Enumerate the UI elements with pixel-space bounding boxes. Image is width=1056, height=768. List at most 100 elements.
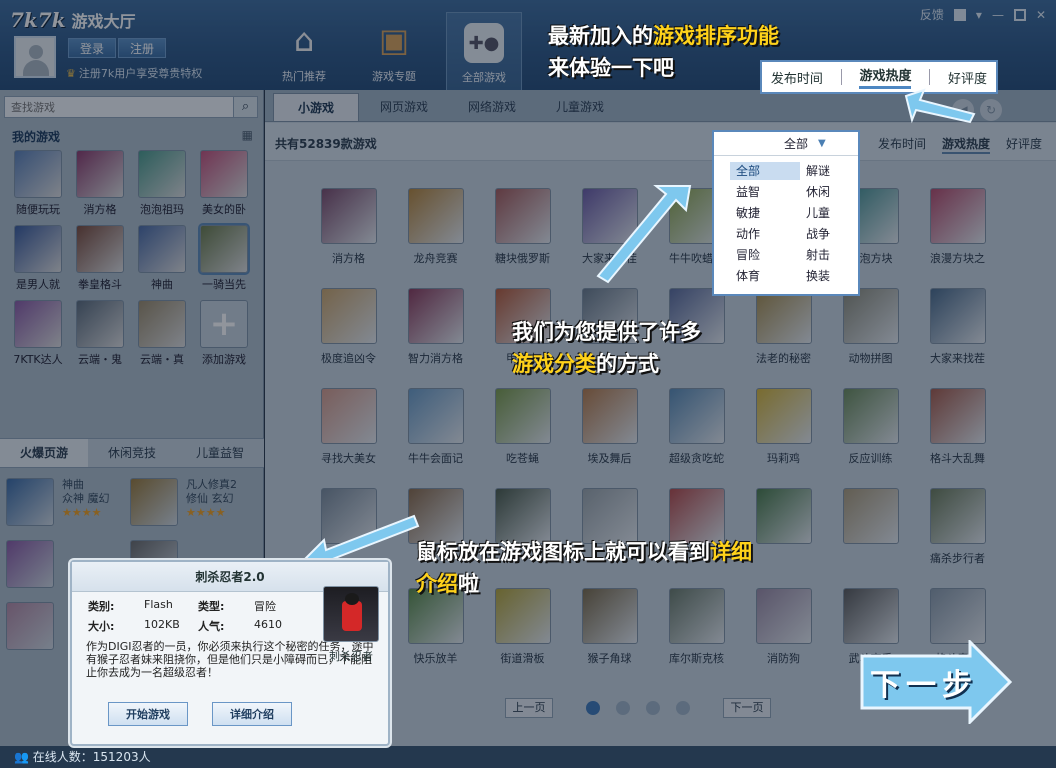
tab-kids[interactable]: 儿童益智 <box>176 439 264 467</box>
tab-web-games[interactable]: 网页游戏 <box>361 93 447 121</box>
my-game-item[interactable]: 消方格 <box>70 150 130 217</box>
game-tile[interactable]: 玛莉鸡 <box>740 388 827 474</box>
feedback-link[interactable]: 反馈 <box>920 6 944 23</box>
category-option[interactable]: 休闲 <box>800 183 870 201</box>
skin-icon[interactable] <box>953 8 966 21</box>
details-button[interactable]: 详细介绍 <box>212 702 292 726</box>
category-dropdown[interactable]: 全部 ▼ <box>714 132 858 156</box>
minimize-icon[interactable]: — <box>992 8 1004 22</box>
menu-icon[interactable]: ▾ <box>976 8 982 22</box>
register-button[interactable]: 注册 <box>118 38 166 58</box>
sort-popularity[interactable]: 游戏热度 <box>941 135 990 154</box>
game-label: 云端・鬼 <box>78 353 122 366</box>
page-dot[interactable] <box>586 701 600 715</box>
category-option[interactable]: 冒险 <box>730 246 800 264</box>
category-option[interactable]: 全部 <box>730 162 800 180</box>
game-tile[interactable]: 消防狗 <box>740 588 827 674</box>
page-dot[interactable] <box>616 701 630 715</box>
category-list: 全部 解谜 益智 休闲 敏捷 儿童 动作 战争 冒险 射击 体育 换装 <box>714 156 858 285</box>
my-game-item[interactable]: 随便玩玩 <box>8 150 68 217</box>
avatar[interactable] <box>14 36 56 78</box>
game-thumbnail <box>668 388 725 444</box>
refresh-icon[interactable]: ↻ <box>980 99 1002 121</box>
game-tile[interactable]: 糖块俄罗斯 <box>479 188 566 274</box>
game-tile[interactable]: 龙舟竞赛 <box>392 188 479 274</box>
game-thumbnail <box>755 288 812 344</box>
game-tile[interactable]: 寻找大美女 <box>305 388 392 474</box>
tab-kids-games[interactable]: 儿童游戏 <box>537 93 623 121</box>
box-icon: ▣ <box>378 21 410 59</box>
category-option[interactable]: 儿童 <box>800 204 870 222</box>
popup-sort-release[interactable]: 发布时间 <box>771 68 823 87</box>
game-tile[interactable]: 智力消方格 <box>392 288 479 374</box>
page-dot[interactable] <box>676 701 690 715</box>
game-tile[interactable]: 街道滑板 <box>479 588 566 674</box>
my-game-item[interactable]: 7KTK达人 <box>8 300 68 367</box>
my-game-item[interactable]: 云端・鬼 <box>70 300 130 367</box>
category-option[interactable]: 换装 <box>800 267 870 285</box>
search-icon[interactable]: ⌕ <box>233 97 257 117</box>
hot-game-item[interactable]: 神曲 众神 魔幻 ★★★★ <box>6 478 130 536</box>
game-tile[interactable]: 消方格 <box>305 188 392 274</box>
manage-icon[interactable]: ▦ <box>242 128 253 142</box>
game-label: 随便玩玩 <box>16 203 60 216</box>
game-tile[interactable]: 大家来找茬 <box>914 288 1001 374</box>
game-tile[interactable] <box>827 488 914 574</box>
my-game-item[interactable]: 是男人就 <box>8 225 68 292</box>
tab-online-games[interactable]: 网络游戏 <box>449 93 535 121</box>
next-page-button[interactable]: 下一页 <box>723 698 771 718</box>
category-option[interactable]: 解谜 <box>800 162 870 180</box>
maximize-icon[interactable] <box>1013 8 1026 21</box>
register-tip[interactable]: ♛ 注册7k用户享受尊贵特权 <box>66 65 202 81</box>
my-game-item[interactable]: 泡泡祖玛 <box>132 150 192 217</box>
search-input[interactable] <box>5 97 231 117</box>
category-option[interactable]: 体育 <box>730 267 800 285</box>
prev-page-button[interactable]: 上一页 <box>505 698 553 718</box>
popup-sort-popularity[interactable]: 游戏热度 <box>859 65 912 89</box>
category-option[interactable]: 敏捷 <box>730 204 800 222</box>
game-tile[interactable]: 反应训练 <box>827 388 914 474</box>
game-tile[interactable]: 超级贪吃蛇 <box>653 388 740 474</box>
category-option[interactable]: 益智 <box>730 183 800 201</box>
my-game-item[interactable]: 美女的卧 <box>194 150 254 217</box>
tab-all-games[interactable]: ✚● 全部游戏 <box>446 12 522 90</box>
close-icon[interactable]: ✕ <box>1036 8 1046 22</box>
plus-icon: + <box>200 300 248 348</box>
page-dot[interactable] <box>646 701 660 715</box>
tab-mini-games[interactable]: 小游戏 <box>273 93 359 121</box>
category-option[interactable]: 战争 <box>800 225 870 243</box>
game-tile[interactable]: 法老的秘密 <box>740 288 827 374</box>
category-option[interactable]: 射击 <box>800 246 870 264</box>
add-game-item[interactable]: + 添加游戏 <box>194 300 254 367</box>
callout-sort-pre: 最新加入的 <box>548 24 653 48</box>
game-tile[interactable]: 格斗大乱舞 <box>914 388 1001 474</box>
my-game-item[interactable]: 拳皇格斗 <box>70 225 130 292</box>
login-button[interactable]: 登录 <box>68 38 116 58</box>
hovered-game[interactable]: 刺杀忍者 <box>318 586 384 664</box>
tab-game-topics[interactable]: ▣ 游戏专题 <box>356 12 432 90</box>
game-tile[interactable] <box>740 488 827 574</box>
my-game-item[interactable]: 云端・真 <box>132 300 192 367</box>
tab-casual[interactable]: 休闲竞技 <box>88 439 176 467</box>
sort-release[interactable]: 发布时间 <box>878 135 926 154</box>
sort-rating[interactable]: 好评度 <box>1006 135 1042 154</box>
my-game-item[interactable]: 神曲 <box>132 225 192 292</box>
category-option[interactable]: 动作 <box>730 225 800 243</box>
tab-hot-recommend[interactable]: ⌂ 热门推荐 <box>266 12 342 90</box>
game-thumbnail <box>842 388 899 444</box>
game-tile[interactable]: 猴子角球 <box>566 588 653 674</box>
game-tile[interactable]: 动物拼图 <box>827 288 914 374</box>
game-tile[interactable]: 极度追凶令 <box>305 288 392 374</box>
game-tile[interactable]: 埃及舞后 <box>566 388 653 474</box>
game-tile[interactable]: 吃苍蝇 <box>479 388 566 474</box>
start-game-button[interactable]: 开始游戏 <box>108 702 188 726</box>
game-tile[interactable]: 牛牛会面记 <box>392 388 479 474</box>
game-tile[interactable]: 快乐放羊 <box>392 588 479 674</box>
my-game-item[interactable]: 一骑当先 <box>194 223 254 292</box>
tab-hot-webgames[interactable]: 火爆页游 <box>0 439 88 467</box>
game-tile[interactable]: 浪漫方块之 <box>914 188 1001 274</box>
game-tile[interactable]: 痛杀步行者 <box>914 488 1001 574</box>
popup-sort-rating[interactable]: 好评度 <box>948 68 987 87</box>
hot-game-item[interactable]: 凡人修真2 修仙 玄幻 ★★★★ <box>130 478 254 536</box>
game-tile[interactable]: 库尔斯克核 <box>653 588 740 674</box>
